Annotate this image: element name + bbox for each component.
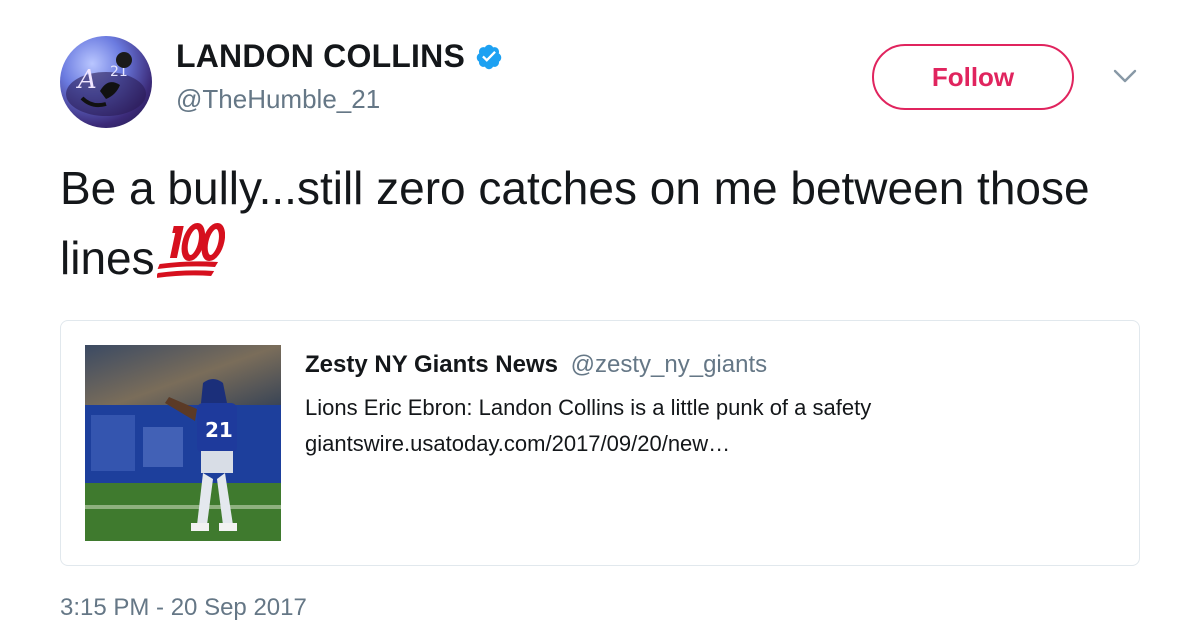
hundred-points-emoji-icon	[155, 220, 225, 280]
svg-text:21: 21	[205, 418, 233, 442]
chevron-down-icon[interactable]	[1112, 66, 1138, 86]
card-handle[interactable]: @zesty_ny_giants	[571, 351, 767, 378]
avatar-image: A 21	[66, 52, 146, 116]
svg-text:A: A	[76, 65, 97, 95]
football-player-photo-icon: 21	[85, 345, 281, 541]
card-url[interactable]: giantswire.usatoday.com/2017/09/20/new…	[305, 431, 730, 457]
tweet-body: Be a bully...still zero catches on me be…	[60, 156, 1160, 290]
quoted-link-card[interactable]: 21 Zesty NY Giants News @zesty_ny_giants…	[60, 320, 1140, 566]
verified-badge-icon	[475, 43, 503, 71]
card-thumbnail[interactable]: 21	[85, 345, 281, 541]
card-title[interactable]: Zesty NY Giants News	[305, 351, 558, 378]
follow-button[interactable]: Follow	[872, 44, 1074, 110]
card-description: Lions Eric Ebron: Landon Collins is a li…	[305, 395, 872, 420]
card-title-row: Zesty NY Giants News @zesty_ny_giants	[305, 351, 767, 379]
tweet-timestamp[interactable]: 3:15 PM - 20 Sep 2017	[60, 594, 307, 622]
author-display-name[interactable]: LANDON COLLINS	[176, 38, 465, 75]
author-handle[interactable]: @TheHumble_21	[176, 84, 380, 115]
author-avatar[interactable]: A 21	[60, 36, 152, 128]
author-name-row: LANDON COLLINS	[176, 38, 503, 75]
